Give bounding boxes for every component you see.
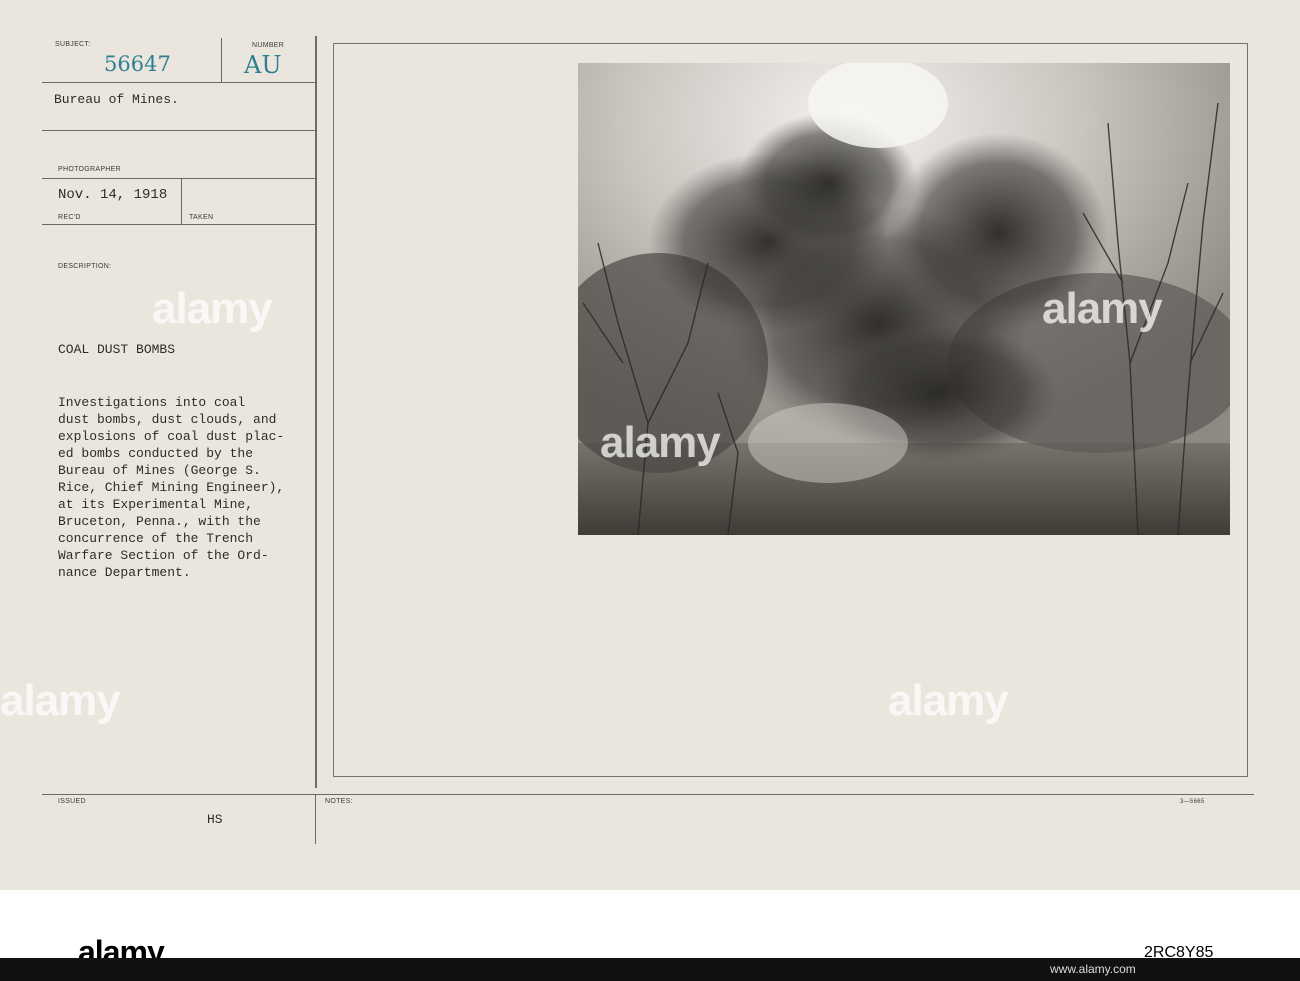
notes-divider <box>315 794 316 844</box>
watermark: alamy <box>600 418 721 467</box>
bureau-rule <box>42 130 315 131</box>
recd-label: REC'D <box>58 214 81 221</box>
description-line: Rice, Chief Mining Engineer), <box>58 480 285 495</box>
description-line: nance Department. <box>58 565 191 580</box>
subject-number-divider <box>221 38 222 82</box>
received-date: Nov. 14, 1918 <box>58 187 168 203</box>
description-label: DESCRIPTION: <box>58 263 112 270</box>
description-line: explosions of coal dust plac- <box>58 429 285 444</box>
description-line: at its Experimental Mine, <box>58 497 254 512</box>
date-divider <box>181 178 182 224</box>
form-number: 3—5665 <box>1180 799 1205 805</box>
description-body: Investigations into coal dust bombs, dus… <box>58 394 284 581</box>
taken-label: TAKEN <box>189 214 214 221</box>
watermark: alamy <box>888 676 1009 725</box>
footer-url: www.alamy.com <box>1050 962 1136 976</box>
watermark: alamy <box>152 284 273 333</box>
watermark: alamy <box>0 676 121 725</box>
photographer-label: PHOTOGRAPHER <box>58 166 121 173</box>
watermark: alamy <box>1042 284 1163 333</box>
archive-record-card: SUBJECT: 56647 NUMBER AU Bureau of Mines… <box>0 0 1300 890</box>
description-line: Bureau of Mines (George S. <box>58 463 261 478</box>
subject-label: SUBJECT: <box>55 41 91 48</box>
description-line: Investigations into coal <box>58 395 246 410</box>
issued-initials: HS <box>207 812 223 827</box>
description-line: Warfare Section of the Ord- <box>58 548 269 563</box>
description-line: ed bombs conducted by the <box>58 446 254 461</box>
date-rule <box>42 178 315 179</box>
description-line: dust bombs, dust clouds, and <box>58 412 277 427</box>
notes-label: NOTES: <box>325 798 353 805</box>
number-label: NUMBER <box>252 42 285 49</box>
description-line: concurrence of the Trench <box>58 531 254 546</box>
issued-label: ISSUED <box>58 798 86 805</box>
subject-number: 56647 <box>104 52 171 76</box>
description-line: Bruceton, Penna., with the <box>58 514 261 529</box>
bureau-name: Bureau of Mines. <box>54 92 179 107</box>
recd-rule <box>42 224 315 225</box>
header-rule <box>42 82 315 83</box>
description-title: COAL DUST BOMBS <box>58 342 176 357</box>
bottom-rule <box>42 794 1254 795</box>
number-code: AU <box>244 51 282 79</box>
left-column-divider <box>315 36 317 788</box>
